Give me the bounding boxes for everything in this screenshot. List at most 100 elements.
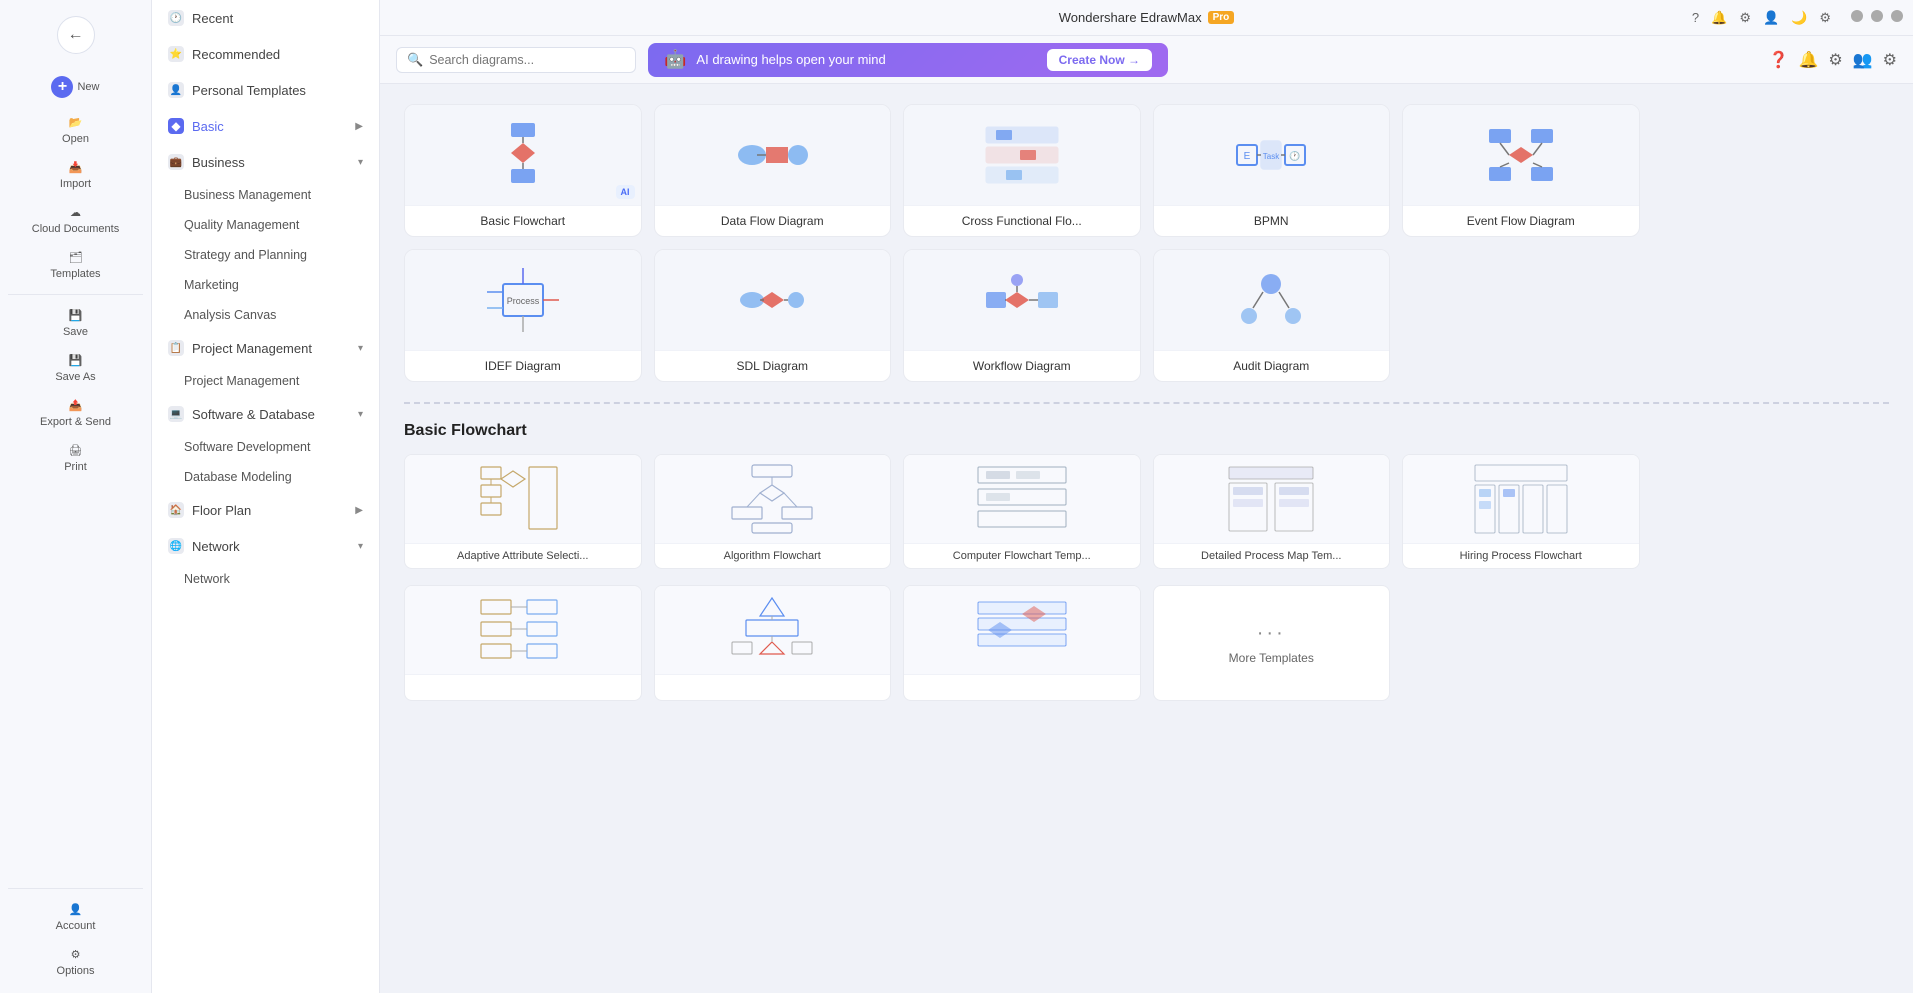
cloud-icon: ☁ — [70, 206, 81, 219]
ai-badge: AI — [616, 185, 635, 199]
open-label: Open — [62, 133, 89, 145]
sidebar-item-project[interactable]: 📋 Project Management ▾ — [152, 330, 379, 366]
diagram-card-event-flow[interactable]: Event Flow Diagram — [1402, 104, 1640, 237]
ai-create-now-button[interactable]: Create Now → — [1047, 49, 1152, 71]
toolbar-right: ❓ 🔔 ⚙ 👥 ⚙ — [1769, 50, 1897, 70]
sidebar-item-options[interactable]: ⚙ Options — [0, 940, 151, 985]
back-button[interactable]: ← — [57, 16, 95, 54]
sidebar-item-software[interactable]: 💻 Software & Database ▾ — [152, 396, 379, 432]
template-label-t1: Adaptive Attribute Selecti... — [405, 543, 641, 568]
sidebar-item-open[interactable]: 📂 Open — [0, 108, 151, 153]
diagram-card-label-audit: Audit Diagram — [1154, 350, 1390, 381]
basic-chevron: ▶ — [355, 121, 363, 132]
notif-icon[interactable]: 🔔 — [1711, 10, 1727, 26]
sidebar-item-recent[interactable]: 🕐 Recent — [152, 0, 379, 36]
network-chevron: ▾ — [358, 541, 363, 552]
sidebar-item-recommended[interactable]: ⭐ Recommended — [152, 36, 379, 72]
diagram-card-cross-functional[interactable]: Cross Functional Flo... — [903, 104, 1141, 237]
sidebar-item-export[interactable]: 📤 Export & Send — [0, 391, 151, 436]
saveas-label: Save As — [55, 371, 95, 383]
template-card-t4[interactable]: Detailed Process Map Tem... — [1153, 454, 1391, 569]
sidebar-item-import[interactable]: 📥 Import — [0, 153, 151, 198]
more-templates-button[interactable]: ··· More Templates — [1153, 585, 1391, 701]
svg-text:🕐: 🕐 — [1290, 150, 1301, 161]
sidebar-sub-quality-mgmt[interactable]: Quality Management — [152, 210, 379, 240]
diagram-type-grid-2: Process IDEF Diagram SDL Diagram — [404, 249, 1889, 382]
sidebar-item-floorplan[interactable]: 🏠 Floor Plan ▶ — [152, 492, 379, 528]
help-toolbar-icon[interactable]: ❓ — [1769, 50, 1789, 70]
ai-banner: 🤖 AI drawing helps open your mind Create… — [648, 43, 1168, 77]
export-icon: 📤 — [69, 399, 83, 412]
diagram-card-img-idef: Process — [405, 250, 641, 350]
template-img-t4 — [1154, 455, 1390, 543]
import-label: Import — [60, 178, 91, 190]
sidebar-item-saveas[interactable]: 💾 Save As — [0, 346, 151, 391]
global-settings-icon[interactable]: ⚙ — [1883, 50, 1897, 70]
sidebar-business-label: Business — [192, 155, 245, 170]
template-card-t2[interactable]: Algorithm Flowchart — [654, 454, 892, 569]
search-input[interactable] — [429, 53, 625, 67]
diagram-card-img-basic-flowchart: AI — [405, 105, 641, 205]
settings-icon[interactable]: ⚙ — [1739, 10, 1751, 26]
sidebar-item-templates[interactable]: 🗂 Templates — [0, 243, 151, 288]
import-icon: 📥 — [69, 161, 83, 174]
sidebar-sub-business-mgmt[interactable]: Business Management — [152, 180, 379, 210]
help-icon[interactable]: ? — [1692, 10, 1699, 26]
sidebar-item-account[interactable]: 👤 Account — [0, 895, 151, 940]
template-img-t2 — [655, 455, 891, 543]
template-img-t5 — [1403, 455, 1639, 543]
minimize-button[interactable] — [1851, 10, 1863, 22]
sidebar-sub-project-mgmt[interactable]: Project Management — [152, 366, 379, 396]
template-card-t1[interactable]: Adaptive Attribute Selecti... — [404, 454, 642, 569]
sidebar-item-personal[interactable]: 👤 Personal Templates — [152, 72, 379, 108]
close-button[interactable] — [1891, 10, 1903, 22]
template-card-t3[interactable]: Computer Flowchart Temp... — [903, 454, 1141, 569]
sidebar-item-print[interactable]: 🖨 Print — [0, 436, 151, 481]
diagram-card-label-basic-flowchart: Basic Flowchart — [405, 205, 641, 236]
svg-text:Process: Process — [506, 296, 539, 306]
sidebar-sub-strategy[interactable]: Strategy and Planning — [152, 240, 379, 270]
sidebar-item-cloud[interactable]: ☁ Cloud Documents — [0, 198, 151, 243]
sidebar-divider-2 — [8, 888, 143, 889]
templates-icon: 🗂 — [69, 251, 83, 264]
plugin-icon[interactable]: ⚙ — [1828, 50, 1842, 70]
notification-icon[interactable]: 🔔 — [1798, 50, 1818, 70]
app-settings-icon[interactable]: ⚙ — [1819, 10, 1831, 26]
sidebar-item-new[interactable]: + New — [0, 66, 151, 108]
template-card-t8[interactable] — [903, 585, 1141, 701]
diagram-card-img-sdl — [655, 250, 891, 350]
diagram-card-audit[interactable]: Audit Diagram — [1153, 249, 1391, 382]
template-card-t5[interactable]: Hiring Process Flowchart — [1402, 454, 1640, 569]
sidebar-sub-marketing[interactable]: Marketing — [152, 270, 379, 300]
sidebar-sub-software-dev[interactable]: Software Development — [152, 432, 379, 462]
template-card-t7[interactable] — [654, 585, 892, 701]
floorplan-chevron: ▶ — [355, 505, 363, 516]
save-icon: 💾 — [69, 309, 83, 322]
maximize-button[interactable] — [1871, 10, 1883, 22]
diagram-card-sdl[interactable]: SDL Diagram — [654, 249, 892, 382]
sidebar-sub-network[interactable]: Network — [152, 564, 379, 594]
sidebar-item-network[interactable]: 🌐 Network ▾ — [152, 528, 379, 564]
svg-text:Task: Task — [1263, 152, 1280, 161]
open-icon: 📂 — [69, 116, 83, 129]
diagram-card-idef[interactable]: Process IDEF Diagram — [404, 249, 642, 382]
sidebar-item-basic[interactable]: ◆ Basic ▶ — [152, 108, 379, 144]
diagram-card-workflow[interactable]: Workflow Diagram — [903, 249, 1141, 382]
diagram-card-basic-flowchart[interactable]: AI Basic Flowchart — [404, 104, 642, 237]
community-icon[interactable]: 👥 — [1853, 50, 1873, 70]
sidebar-item-business[interactable]: 💼 Business ▾ — [152, 144, 379, 180]
user-icon[interactable]: 👤 — [1763, 10, 1779, 26]
ai-logo-icon: 🤖 — [664, 49, 686, 70]
sidebar-sub-analysis[interactable]: Analysis Canvas — [152, 300, 379, 330]
theme-icon[interactable]: 🌙 — [1791, 10, 1807, 26]
templates-label: Templates — [50, 268, 100, 280]
app-title: Wondershare EdrawMax Pro — [1059, 10, 1235, 25]
template-img-t7 — [655, 586, 891, 674]
sidebar-item-save[interactable]: 💾 Save — [0, 301, 151, 346]
search-box[interactable]: 🔍 — [396, 47, 636, 73]
diagram-card-data-flow[interactable]: Data Flow Diagram — [654, 104, 892, 237]
diagram-card-bpmn[interactable]: E 🕐 Task BPMN — [1153, 104, 1391, 237]
diagram-card-label-data-flow: Data Flow Diagram — [655, 205, 891, 236]
template-card-t6[interactable] — [404, 585, 642, 701]
sidebar-sub-database[interactable]: Database Modeling — [152, 462, 379, 492]
